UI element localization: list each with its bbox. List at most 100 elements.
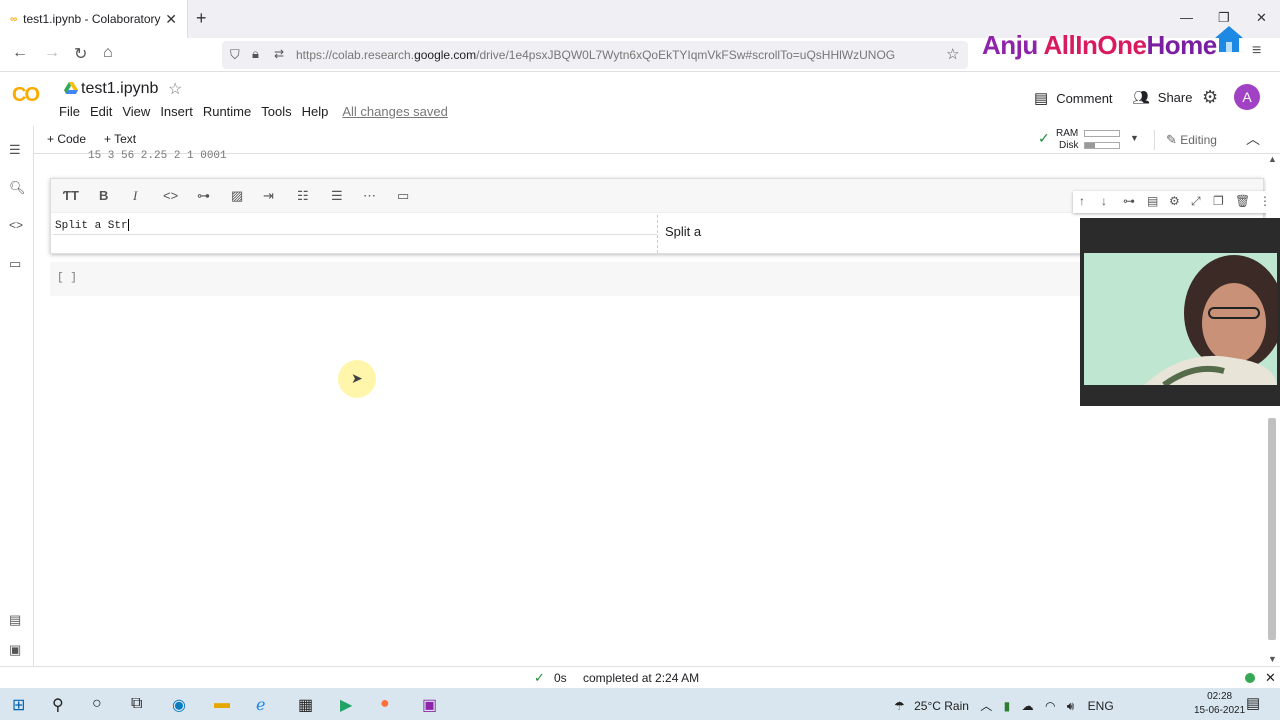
code-snippets-icon[interactable]: <> bbox=[9, 218, 23, 232]
heading-icon[interactable]: ƬT bbox=[63, 188, 79, 203]
internet-explorer-icon[interactable]: ℯ bbox=[256, 695, 265, 715]
wifi-icon[interactable]: ◠ bbox=[1045, 699, 1055, 713]
new-tab-button[interactable]: + bbox=[196, 8, 207, 29]
language-indicator[interactable]: ENG bbox=[1088, 699, 1114, 713]
weather-icon: ☂ bbox=[894, 699, 905, 713]
table-of-contents-icon[interactable]: ☰ bbox=[9, 142, 21, 158]
windows-start-icon[interactable]: ⊞ bbox=[12, 695, 25, 715]
code-icon[interactable]: <> bbox=[163, 188, 178, 203]
comment-icon: ▤ bbox=[1034, 90, 1049, 107]
comment-button[interactable]: ▤ Comment bbox=[1034, 89, 1113, 107]
connected-check-icon: ✓ bbox=[1038, 130, 1050, 146]
address-bar[interactable]: ⛉ 🔒︎ ⇄ https://colab.research.google.com… bbox=[222, 41, 968, 69]
avatar[interactable]: A bbox=[1234, 84, 1260, 110]
browser-tab[interactable]: ∞ test1.ipynb - Colaboratory ✕ bbox=[0, 0, 188, 38]
permissions-icon[interactable]: ⇄ bbox=[274, 47, 284, 61]
windows-taskbar: ⊞ ⚲ ○ ⧉ ◉ ▬ ℯ ▦ ▶ ● ▣ ☂ 25°C Rain ︿ ▮ ☁ … bbox=[0, 688, 1280, 720]
google-drive-icon bbox=[64, 82, 78, 94]
edge-icon[interactable]: ◉ bbox=[172, 695, 186, 715]
url-text[interactable]: https://colab.research.google.com/drive/… bbox=[296, 48, 895, 62]
bold-icon[interactable]: B bbox=[99, 188, 108, 203]
indent-icon[interactable]: ⇥ bbox=[263, 188, 274, 204]
home-icon[interactable]: ⌂ bbox=[103, 44, 113, 62]
run-cell-button[interactable]: [ ] bbox=[57, 272, 77, 284]
bookmark-star-icon[interactable]: ☆ bbox=[946, 45, 959, 63]
preview-layout-icon[interactable]: ▭ bbox=[397, 188, 409, 204]
screen-recorder-icon[interactable]: ▣ bbox=[422, 695, 437, 715]
task-view-icon[interactable]: ⧉ bbox=[131, 695, 142, 713]
firefox-icon[interactable]: ● bbox=[380, 695, 390, 713]
move-down-icon[interactable]: ↓ bbox=[1101, 194, 1107, 208]
settings-gear-icon[interactable]: ⚙ bbox=[1202, 87, 1218, 108]
numbered-list-icon[interactable]: ☷ bbox=[297, 188, 309, 204]
file-explorer-icon[interactable]: ▬ bbox=[214, 695, 230, 713]
mouse-pointer-icon: ➤ bbox=[351, 370, 363, 386]
reload-icon[interactable]: ↻ bbox=[74, 44, 87, 64]
expand-icon[interactable]: ⤢ bbox=[1191, 194, 1201, 209]
colab-logo[interactable]: CO bbox=[12, 84, 40, 107]
close-status-icon[interactable]: ✕ bbox=[1265, 670, 1276, 686]
menu-tools[interactable]: Tools bbox=[261, 104, 291, 119]
editing-mode-button[interactable]: ✎ Editing bbox=[1166, 132, 1217, 148]
menu-insert[interactable]: Insert bbox=[160, 104, 193, 119]
mirror-cell-icon[interactable]: ❐ bbox=[1213, 194, 1224, 208]
resources-dropdown-icon[interactable]: ▼ bbox=[1130, 133, 1139, 143]
image-icon[interactable]: ▨ bbox=[231, 188, 243, 204]
execution-status[interactable]: completed at 2:24 AM bbox=[583, 671, 699, 685]
ram-label: RAM bbox=[1056, 128, 1079, 139]
browser-menu-icon[interactable]: ≡ bbox=[1252, 42, 1261, 60]
cell-source-text: Split a Str bbox=[55, 219, 128, 232]
tray-chevron-icon[interactable]: ︿ bbox=[980, 699, 992, 713]
add-code-button[interactable]: + Code bbox=[47, 132, 86, 146]
battery-icon[interactable]: ▮ bbox=[1004, 699, 1011, 713]
search-icon[interactable]: 🔍︎ bbox=[9, 180, 26, 196]
cortana-icon[interactable]: ○ bbox=[92, 695, 102, 713]
back-icon[interactable]: ← bbox=[12, 44, 28, 62]
terminal-icon[interactable]: ▣ bbox=[9, 642, 21, 658]
link-icon[interactable]: ⊶ bbox=[197, 188, 210, 204]
scroll-down-icon[interactable]: ▼ bbox=[1268, 654, 1277, 664]
command-palette-icon[interactable]: ▤ bbox=[9, 612, 21, 628]
menu-edit[interactable]: Edit bbox=[90, 104, 112, 119]
collapse-header-icon[interactable]: ︿ bbox=[1246, 129, 1260, 149]
weather-text[interactable]: 25°C Rain bbox=[914, 699, 969, 713]
link-cell-icon[interactable]: ⊶ bbox=[1123, 194, 1135, 208]
menu-runtime[interactable]: Runtime bbox=[203, 104, 251, 119]
taskbar-clock[interactable]: 02:28 15-06-2021 bbox=[1194, 690, 1245, 718]
star-icon[interactable]: ☆ bbox=[168, 79, 182, 99]
volume-icon[interactable]: 🔊︎ bbox=[1067, 699, 1075, 713]
forward-icon[interactable]: → bbox=[44, 44, 60, 62]
close-tab-icon[interactable]: ✕ bbox=[165, 11, 177, 28]
cloud-icon[interactable]: ☁ bbox=[1022, 699, 1034, 713]
share-label: Share bbox=[1157, 90, 1193, 105]
menu-file[interactable]: File bbox=[59, 104, 80, 119]
menu-view[interactable]: View bbox=[122, 104, 150, 119]
scroll-up-icon[interactable]: ▲ bbox=[1268, 154, 1277, 164]
left-sidebar: ☰ 🔍︎ <> ▭ ▤ ▣ bbox=[0, 126, 34, 666]
video-editor-icon[interactable]: ▦ bbox=[298, 695, 313, 715]
italic-icon[interactable]: I bbox=[133, 188, 137, 204]
markdown-preview: Split a bbox=[657, 215, 1087, 253]
delete-icon[interactable]: 🗑︎ bbox=[1235, 194, 1250, 208]
shield-icon[interactable]: ⛉ bbox=[230, 47, 240, 63]
bulleted-list-icon[interactable]: ☰ bbox=[331, 188, 343, 204]
move-up-icon[interactable]: ↑ bbox=[1079, 194, 1085, 208]
notebook-title[interactable]: test1.ipynb bbox=[81, 80, 158, 98]
add-comment-icon[interactable]: ▤ bbox=[1147, 194, 1158, 208]
menu-help[interactable]: Help bbox=[302, 104, 329, 119]
pycharm-icon[interactable]: ▶ bbox=[340, 695, 352, 715]
notifications-icon[interactable]: ▤ bbox=[1246, 694, 1260, 712]
horizontal-rule-icon[interactable]: ⋯ bbox=[363, 188, 376, 204]
completed-check-icon: ✓ bbox=[534, 670, 545, 685]
search-icon[interactable]: ⚲ bbox=[52, 695, 64, 715]
scrollbar-thumb[interactable] bbox=[1268, 418, 1276, 640]
minimize-icon[interactable]: — bbox=[1180, 10, 1193, 25]
files-folder-icon[interactable]: ▭ bbox=[9, 256, 21, 272]
lock-icon[interactable]: 🔒︎ bbox=[252, 46, 259, 62]
markdown-editor[interactable]: Split a Str bbox=[53, 217, 657, 235]
close-window-icon[interactable]: ✕ bbox=[1256, 10, 1267, 26]
add-text-button[interactable]: + Text bbox=[104, 132, 136, 146]
share-button[interactable]: 👥︎ Share bbox=[1132, 89, 1192, 106]
cell-settings-icon[interactable]: ⚙ bbox=[1169, 194, 1180, 208]
save-status[interactable]: All changes saved bbox=[342, 104, 448, 119]
